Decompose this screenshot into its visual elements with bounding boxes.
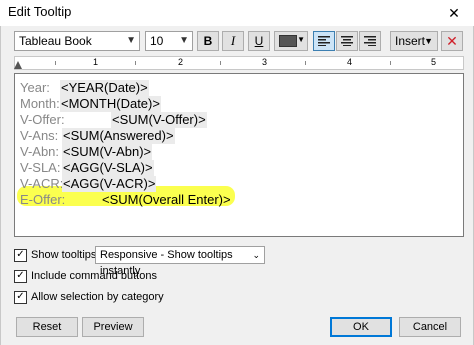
tooltip-editor[interactable]: Year: <YEAR(Date)> Month: <MONTH(Date)> … [14, 73, 464, 237]
cancel-button[interactable]: Cancel [399, 317, 461, 337]
align-center-button[interactable] [336, 31, 358, 51]
close-icon[interactable]: ✕ [434, 0, 474, 26]
chevron-down-icon: ▼ [424, 36, 433, 46]
line-label: V-Ans: [20, 128, 59, 143]
title-bar: Edit Tooltip ✕ [0, 0, 474, 26]
align-right-icon [364, 36, 376, 46]
allow-selection-option[interactable]: ✓ Allow selection by category [14, 289, 164, 305]
font-family-select[interactable]: Tableau Book ▼ [14, 31, 140, 51]
align-center-icon [341, 36, 353, 46]
preview-button[interactable]: Preview [82, 317, 144, 337]
ruler: 1 2 3 4 5 [14, 56, 464, 70]
font-size-select[interactable]: 10 ▼ [145, 31, 193, 51]
font-size-value: 10 [150, 34, 164, 48]
chevron-down-icon: ▼ [179, 35, 189, 46]
ruler-label: 1 [93, 57, 99, 67]
allow-selection-label: Allow selection by category [31, 291, 164, 303]
chevron-down-icon: ⌄ [252, 250, 260, 260]
insert-label: Insert [395, 34, 426, 48]
text-color-swatch [279, 35, 297, 47]
line-label: E-Offer: [20, 192, 66, 207]
align-left-button[interactable] [313, 31, 335, 51]
line-field: <SUM(Answered)> [62, 128, 175, 144]
align-right-button[interactable] [359, 31, 381, 51]
ruler-label: 3 [262, 57, 268, 67]
line-label: V-SLA: [20, 160, 61, 175]
ruler-label: 2 [178, 57, 184, 67]
ok-button[interactable]: OK [330, 317, 392, 337]
text-color-button[interactable]: ▼ [274, 31, 308, 51]
line-field: <SUM(Overall Enter)> [102, 192, 231, 207]
line-field: <AGG(V-ACR)> [62, 176, 157, 192]
line-label: Month: [20, 96, 60, 111]
include-command-buttons-option[interactable]: ✓ Include command buttons [14, 268, 157, 284]
line-field: <SUM(V-Abn)> [62, 144, 153, 160]
line-field: <SUM(V-Offer)> [111, 112, 207, 128]
show-tooltips-option[interactable]: ✓ Show tooltips [14, 247, 96, 263]
indent-marker[interactable] [14, 61, 22, 69]
show-tooltips-checkbox[interactable]: ✓ [14, 248, 27, 262]
allow-selection-checkbox[interactable]: ✓ [14, 290, 27, 304]
line-label: V-ACR: [20, 176, 64, 191]
window-title: Edit Tooltip [8, 4, 72, 19]
red-x-icon: ✕ [446, 32, 458, 49]
insert-button[interactable]: Insert ▼ [390, 31, 438, 51]
bold-button[interactable]: B [197, 31, 219, 51]
clear-formatting-button[interactable]: ✕ [441, 31, 463, 51]
line-label: V-Abn: [20, 144, 60, 159]
reset-button[interactable]: Reset [16, 317, 78, 337]
show-tooltips-label: Show tooltips [31, 249, 97, 261]
italic-button[interactable]: I [222, 31, 244, 51]
line-label: V-Offer: [20, 112, 65, 127]
underline-button[interactable]: U [248, 31, 270, 51]
ruler-label: 5 [431, 57, 437, 67]
tooltip-mode-select[interactable]: Responsive - Show tooltips instantly ⌄ [95, 246, 265, 277]
chevron-down-icon: ▼ [297, 35, 305, 44]
include-command-buttons-checkbox[interactable]: ✓ [14, 269, 27, 283]
include-command-buttons-label: Include command buttons [31, 270, 157, 282]
line-field: <YEAR(Date)> [60, 80, 149, 96]
line-label: Year: [20, 80, 50, 95]
line-field: <AGG(V-SLA)> [62, 160, 154, 176]
font-family-value: Tableau Book [19, 34, 92, 48]
chevron-down-icon: ▼ [126, 35, 136, 46]
line-field: <MONTH(Date)> [60, 96, 161, 112]
ruler-label: 4 [347, 57, 353, 67]
align-left-icon [318, 36, 330, 46]
